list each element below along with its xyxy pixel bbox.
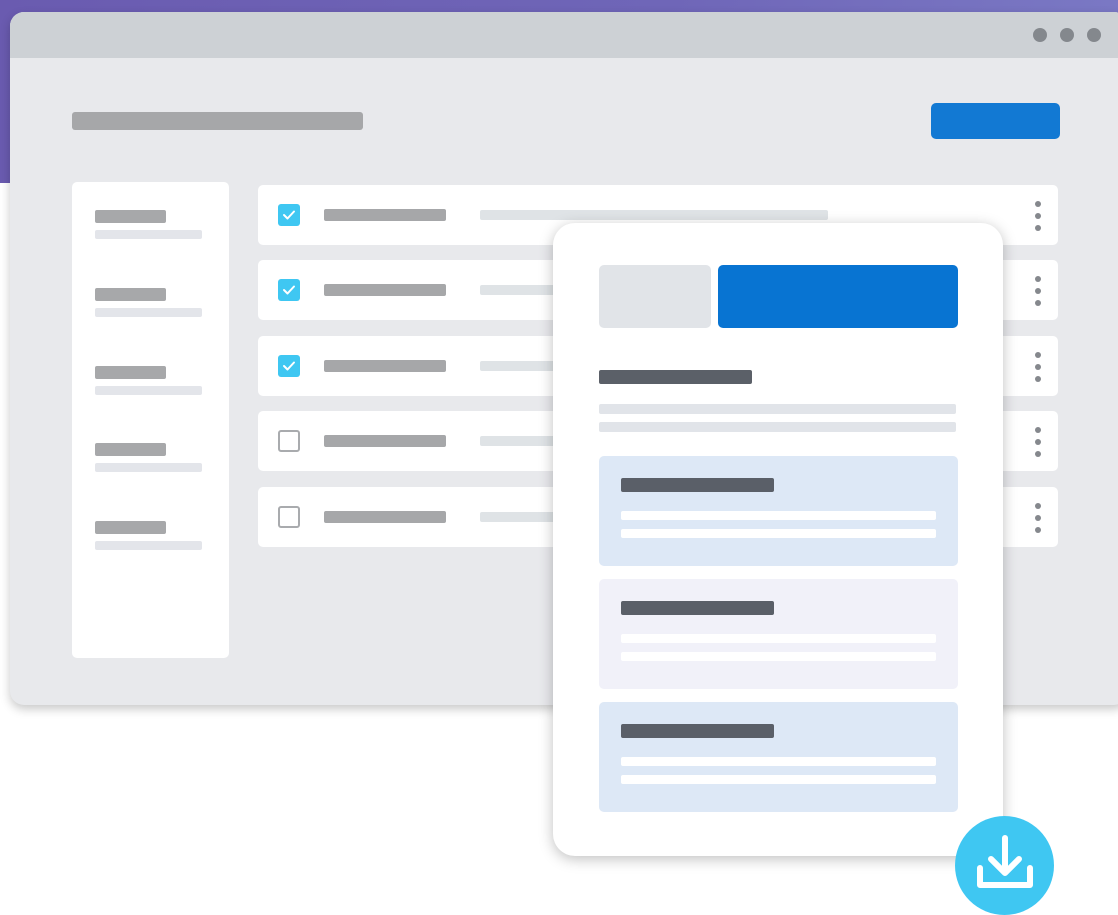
list-item-text-line: [621, 652, 936, 661]
kebab-icon[interactable]: [1032, 427, 1044, 457]
tab-secondary[interactable]: [599, 265, 711, 328]
kebab-icon[interactable]: [1032, 276, 1044, 306]
sidebar-item[interactable]: [95, 521, 203, 551]
row-title-placeholder: [324, 284, 446, 296]
row-detail-placeholder: [480, 361, 560, 371]
window-control-dot[interactable]: [1087, 28, 1101, 42]
check-icon: [283, 285, 295, 295]
list-item[interactable]: [599, 702, 958, 812]
row-detail-placeholder: [480, 512, 560, 522]
row-checkbox[interactable]: [278, 506, 300, 528]
page-title-placeholder: [72, 112, 363, 130]
card-heading-placeholder: [599, 370, 752, 384]
row-title-placeholder: [324, 209, 446, 221]
row-title-placeholder: [324, 435, 446, 447]
list-item-title-placeholder: [621, 478, 774, 492]
kebab-icon[interactable]: [1032, 201, 1044, 231]
sidebar: [72, 182, 229, 658]
list-item-text-line: [621, 757, 936, 766]
kebab-icon[interactable]: [1032, 352, 1044, 382]
card-text-line: [599, 422, 956, 432]
row-detail-placeholder: [480, 210, 828, 220]
row-title-placeholder: [324, 360, 446, 372]
window-control-dot[interactable]: [1060, 28, 1074, 42]
list-item-title-placeholder: [621, 724, 774, 738]
list-item-text-line: [621, 529, 936, 538]
row-title-placeholder: [324, 511, 446, 523]
list-item[interactable]: [599, 456, 958, 566]
tab-primary[interactable]: [718, 265, 958, 328]
check-icon: [283, 210, 295, 220]
row-detail-placeholder: [480, 436, 560, 446]
download-icon: [977, 835, 1033, 888]
row-checkbox[interactable]: [278, 279, 300, 301]
row-checkbox[interactable]: [278, 355, 300, 377]
check-icon: [283, 361, 295, 371]
window-control-dot[interactable]: [1033, 28, 1047, 42]
list-item-text-line: [621, 634, 936, 643]
primary-action-button[interactable]: [931, 103, 1060, 139]
list-item-title-placeholder: [621, 601, 774, 615]
download-button[interactable]: [955, 816, 1054, 915]
sidebar-item[interactable]: [95, 366, 203, 396]
row-checkbox[interactable]: [278, 430, 300, 452]
title-bar: [10, 12, 1118, 58]
list-item-text-line: [621, 511, 936, 520]
sidebar-item[interactable]: [95, 210, 203, 240]
sidebar-item[interactable]: [95, 443, 203, 473]
detail-card: [553, 223, 1003, 856]
list-item[interactable]: [599, 579, 958, 689]
kebab-icon[interactable]: [1032, 503, 1044, 533]
row-checkbox[interactable]: [278, 204, 300, 226]
row-detail-placeholder: [480, 285, 560, 295]
list-item-text-line: [621, 775, 936, 784]
sidebar-item[interactable]: [95, 288, 203, 318]
card-text-line: [599, 404, 956, 414]
